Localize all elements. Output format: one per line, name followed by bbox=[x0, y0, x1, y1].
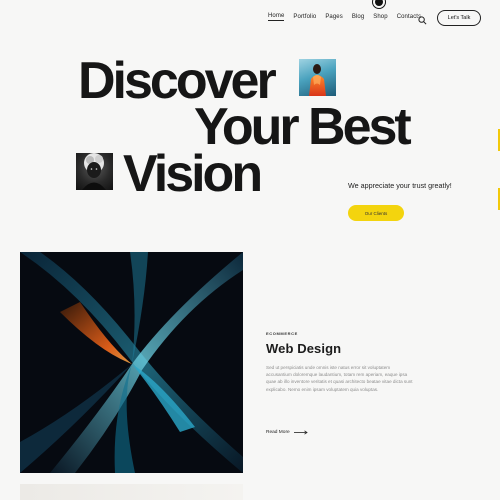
search-icon[interactable] bbox=[418, 12, 427, 25]
nav-portfolio[interactable]: Portfolio bbox=[293, 14, 316, 20]
hero-tagline: We appreciate your trust greatly! bbox=[348, 181, 452, 190]
hero-thumbnail-portrait-orange bbox=[299, 59, 336, 96]
card-description: Sed ut perspiciatis unde omnis iste natu… bbox=[266, 365, 413, 392]
hero-thumbnail-portrait-bw bbox=[76, 153, 113, 190]
web-design-cover-image[interactable] bbox=[20, 252, 243, 473]
read-more-link[interactable]: Read More bbox=[266, 430, 308, 435]
next-card-preview bbox=[20, 484, 243, 500]
card-category: ECOMMERCE bbox=[266, 331, 298, 336]
nav-blog[interactable]: Blog bbox=[352, 14, 364, 20]
hero-line-3: Vision bbox=[123, 145, 263, 203]
lets-talk-button[interactable]: Let's Talk bbox=[437, 10, 481, 26]
top-indicator-dot bbox=[373, 0, 385, 8]
card-title[interactable]: Web Design bbox=[266, 341, 341, 356]
nav-shop[interactable]: Shop bbox=[373, 14, 387, 20]
main-nav: Home Portfolio Pages Blog Shop Contacts bbox=[268, 13, 430, 21]
nav-pages[interactable]: Pages bbox=[325, 14, 343, 20]
arrow-right-icon bbox=[293, 430, 308, 435]
read-more-label: Read More bbox=[266, 430, 290, 435]
our-clients-button[interactable]: Our Clients bbox=[348, 205, 404, 221]
nav-home[interactable]: Home bbox=[268, 13, 285, 21]
